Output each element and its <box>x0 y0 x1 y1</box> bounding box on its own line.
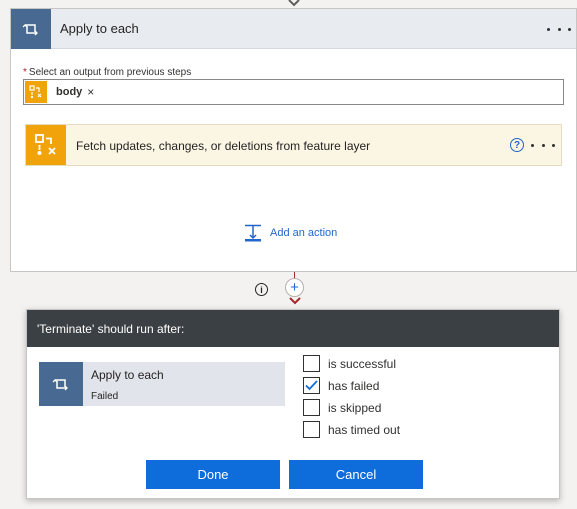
token-label: body <box>56 86 83 98</box>
add-an-action-button[interactable]: Add an action <box>244 224 337 242</box>
help-icon[interactable]: ? <box>510 138 524 152</box>
output-field-label-text: Select an output from previous steps <box>28 67 192 78</box>
is-skipped-checkbox[interactable] <box>303 399 320 416</box>
fetch-updates-title: Fetch updates, changes, or deletions fro… <box>76 139 371 153</box>
run-after-arrow-icon <box>289 297 301 305</box>
fetch-updates-action-card[interactable]: Fetch updates, changes, or deletions fro… <box>25 124 562 166</box>
done-button[interactable]: Done <box>146 460 280 489</box>
option-has-timed-out[interactable]: has timed out <box>303 421 400 438</box>
checkmark-icon <box>305 380 318 391</box>
more-options-icon[interactable] <box>547 23 571 35</box>
has-failed-checkbox[interactable] <box>303 377 320 394</box>
output-field-label: * Select an output from previous steps <box>23 67 191 78</box>
remove-token-button[interactable]: × <box>87 85 94 99</box>
is-successful-checkbox[interactable] <box>303 355 320 372</box>
option-is-successful[interactable]: is successful <box>303 355 396 372</box>
run-after-panel: 'Terminate' should run after: Apply to e… <box>26 309 560 499</box>
predecessor-step-status: Failed <box>91 391 119 402</box>
loop-icon <box>11 9 51 49</box>
loop-icon <box>39 362 83 406</box>
option-label: is successful <box>328 356 397 371</box>
cancel-button[interactable]: Cancel <box>289 460 423 489</box>
has-timed-out-checkbox[interactable] <box>303 421 320 438</box>
predecessor-step-tile[interactable]: Apply to each Failed <box>39 362 285 406</box>
required-marker: * <box>23 67 27 78</box>
add-action-icon <box>245 224 261 242</box>
feature-layer-icon <box>25 81 47 103</box>
option-label: is skipped <box>328 400 382 415</box>
output-token-input[interactable]: body × <box>23 79 564 105</box>
info-icon[interactable]: i <box>255 283 268 296</box>
feature-layer-icon <box>26 125 66 165</box>
option-label: has failed <box>328 378 380 393</box>
option-is-skipped[interactable]: is skipped <box>303 399 381 416</box>
apply-to-each-header[interactable]: Apply to each <box>11 9 576 49</box>
run-after-title: 'Terminate' should run after: <box>37 322 185 336</box>
plus-icon: + <box>290 279 299 296</box>
option-has-failed[interactable]: has failed <box>303 377 379 394</box>
option-label: has timed out <box>328 422 401 437</box>
run-after-header: 'Terminate' should run after: <box>27 310 559 347</box>
apply-to-each-title[interactable]: Apply to each <box>60 21 139 36</box>
insert-step-button[interactable]: + <box>285 278 304 297</box>
help-glyph: ? <box>513 139 521 151</box>
info-glyph: i <box>260 284 263 295</box>
body-token[interactable]: body × <box>25 81 95 103</box>
apply-to-each-card: Apply to each * Select an output from pre… <box>10 8 577 272</box>
predecessor-step-name: Apply to each <box>91 368 164 382</box>
incoming-arrow-icon <box>288 0 300 7</box>
more-options-icon[interactable] <box>531 139 555 151</box>
add-action-label: Add an action <box>270 227 338 239</box>
